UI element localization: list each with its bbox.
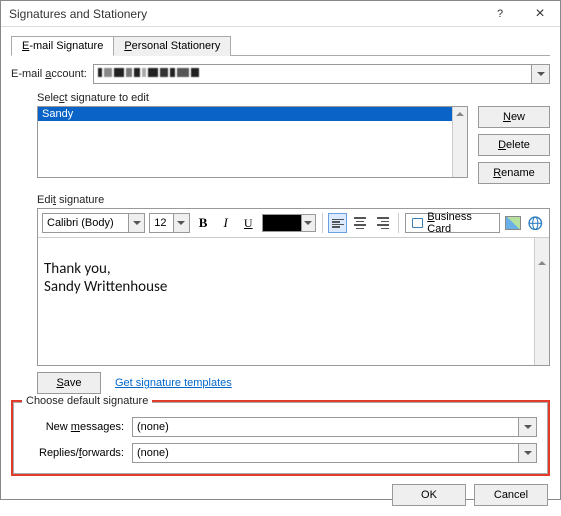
edit-signature-area: Calibri (Body) 12 B I U bbox=[37, 208, 550, 366]
font-combo[interactable]: Calibri (Body) bbox=[42, 213, 145, 233]
get-templates-link[interactable]: Get signature templates bbox=[115, 377, 232, 389]
italic-button[interactable]: I bbox=[216, 213, 235, 233]
titlebar: Signatures and Stationery ? × bbox=[1, 1, 560, 27]
signature-list-item[interactable]: Sandy bbox=[38, 107, 467, 121]
tab-personal-stationery[interactable]: Personal Stationery bbox=[113, 36, 231, 56]
edit-signature-label: Edit signature bbox=[37, 194, 550, 206]
separator bbox=[398, 213, 399, 233]
email-account-value bbox=[98, 68, 199, 80]
underline-button[interactable]: U bbox=[239, 213, 258, 233]
chevron-down-icon bbox=[531, 65, 549, 83]
chevron-down-icon bbox=[173, 214, 189, 232]
help-button[interactable]: ? bbox=[480, 1, 520, 26]
chevron-down-icon bbox=[518, 444, 536, 462]
scrollbar[interactable] bbox=[534, 238, 549, 365]
separator bbox=[322, 213, 323, 233]
new-messages-label: New messages: bbox=[24, 421, 124, 433]
tab-strip: E-mail Signature Personal Stationery bbox=[11, 35, 550, 56]
close-button[interactable]: × bbox=[520, 1, 560, 26]
business-card-button[interactable]: Business Card bbox=[405, 213, 500, 233]
ok-button[interactable]: OK bbox=[392, 484, 466, 506]
tab-email-signature[interactable]: E-mail Signature bbox=[11, 36, 114, 56]
align-left-button[interactable] bbox=[328, 213, 347, 233]
formatting-toolbar: Calibri (Body) 12 B I U bbox=[38, 213, 549, 237]
scrollbar[interactable] bbox=[452, 107, 467, 177]
default-signature-legend: Choose default signature bbox=[22, 395, 152, 407]
default-signature-group: Choose default signature New messages: (… bbox=[13, 402, 548, 474]
replies-forwards-combo[interactable]: (none) bbox=[132, 443, 537, 463]
link-icon bbox=[527, 215, 544, 232]
delete-button[interactable]: Delete bbox=[478, 134, 550, 156]
business-card-icon bbox=[412, 218, 423, 228]
new-messages-combo[interactable]: (none) bbox=[132, 417, 537, 437]
window-title: Signatures and Stationery bbox=[9, 7, 480, 21]
font-size-combo[interactable]: 12 bbox=[149, 213, 190, 233]
rename-button[interactable]: Rename bbox=[478, 162, 550, 184]
font-color-picker[interactable] bbox=[262, 214, 316, 232]
chevron-down-icon bbox=[128, 214, 144, 232]
align-right-button[interactable] bbox=[374, 213, 393, 233]
chevron-down-icon bbox=[302, 214, 316, 232]
bold-button[interactable]: B bbox=[194, 213, 213, 233]
chevron-down-icon bbox=[518, 418, 536, 436]
new-button[interactable]: New bbox=[478, 106, 550, 128]
email-account-label: E-mail account: bbox=[11, 68, 87, 80]
insert-picture-button[interactable] bbox=[504, 213, 523, 233]
picture-icon bbox=[505, 216, 521, 230]
email-account-combo[interactable] bbox=[93, 64, 550, 84]
signature-list[interactable]: Sandy bbox=[37, 106, 468, 178]
signature-editor[interactable]: Thank you, Sandy Writtenhouse bbox=[38, 237, 549, 365]
select-signature-label: Select signature to edit bbox=[37, 92, 550, 104]
replies-forwards-label: Replies/forwards: bbox=[24, 447, 124, 459]
color-swatch bbox=[262, 214, 302, 232]
insert-hyperlink-button[interactable] bbox=[526, 213, 545, 233]
align-center-button[interactable] bbox=[351, 213, 370, 233]
save-button[interactable]: Save bbox=[37, 372, 101, 394]
cancel-button[interactable]: Cancel bbox=[474, 484, 548, 506]
dialog-footer: OK Cancel bbox=[1, 474, 560, 516]
